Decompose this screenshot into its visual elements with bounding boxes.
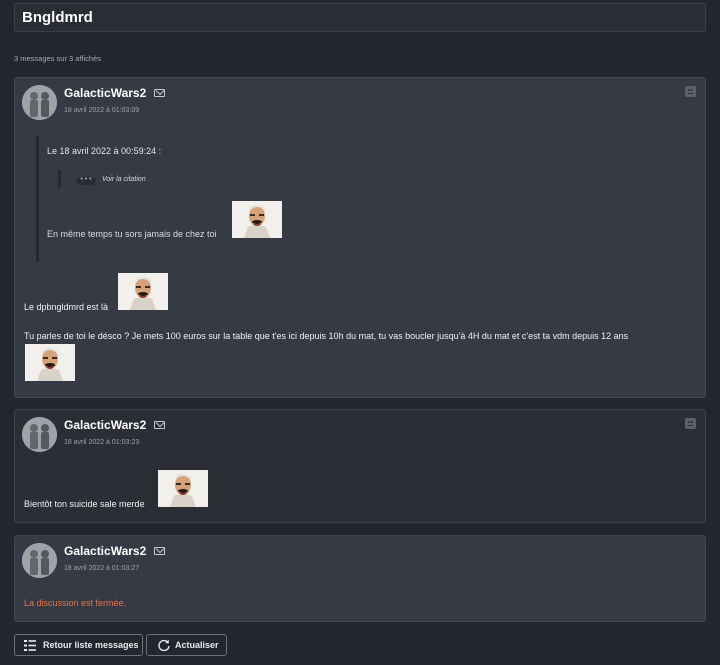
mail-icon[interactable]	[154, 89, 165, 97]
quote-text: En même temps tu sors jamais de chez toi	[47, 229, 217, 239]
author-name[interactable]: GalacticWars2	[64, 418, 146, 432]
report-icon[interactable]	[685, 86, 696, 97]
back-to-list-button[interactable]: Retour liste messages	[14, 634, 143, 656]
refresh-button-label: Actualiser	[175, 640, 219, 650]
blockquote: Le 18 avril 2022 à 00:59:24 : • • • Voir…	[36, 136, 339, 262]
sticker-image	[25, 344, 75, 381]
sticker-image	[118, 273, 168, 310]
author-name[interactable]: GalacticWars2	[64, 86, 146, 100]
sticker-image	[158, 470, 208, 507]
message-post-3: GalacticWars2 18 avril 2022 à 01:03:27 L…	[14, 535, 706, 622]
nested-quote: • • • Voir la citation	[58, 170, 146, 188]
avatar[interactable]	[22, 85, 57, 120]
quote-header: Le 18 avril 2022 à 00:59:24 :	[47, 146, 162, 156]
author-name[interactable]: GalacticWars2	[64, 544, 146, 558]
message-date[interactable]: 18 avril 2022 à 01:03:27	[64, 565, 139, 572]
avatar[interactable]	[22, 543, 57, 578]
message-line: Tu parles de toi le désco ? Je mets 100 …	[24, 331, 629, 341]
expand-quote-button[interactable]: • • •	[76, 176, 96, 185]
report-icon[interactable]	[685, 418, 696, 429]
avatar[interactable]	[22, 417, 57, 452]
message-count: 3 messages sur 3 affichés	[14, 54, 101, 63]
list-icon	[24, 640, 36, 651]
refresh-icon	[158, 639, 170, 651]
refresh-button[interactable]: Actualiser	[146, 634, 227, 656]
mail-icon[interactable]	[154, 421, 165, 429]
back-button-label: Retour liste messages	[43, 640, 139, 650]
message-line: Bientôt ton suicide sale merde	[24, 499, 145, 509]
sticker-image	[232, 201, 282, 238]
message-post-1: GalacticWars2 18 avril 2022 à 01:03:09 L…	[14, 77, 706, 398]
see-quote-link[interactable]: Voir la citation	[102, 176, 146, 183]
mail-icon[interactable]	[154, 547, 165, 555]
message-line: Le dpbngldmrd est là	[24, 302, 109, 312]
topic-title-bar: Bngldmrd	[14, 3, 706, 32]
message-post-2: GalacticWars2 18 avril 2022 à 01:03:23 B…	[14, 409, 706, 523]
topic-title: Bngldmrd	[22, 9, 93, 26]
message-date[interactable]: 18 avril 2022 à 01:03:23	[64, 439, 139, 446]
closed-notice: La discussion est fermée.	[24, 598, 127, 608]
message-date[interactable]: 18 avril 2022 à 01:03:09	[64, 107, 139, 114]
